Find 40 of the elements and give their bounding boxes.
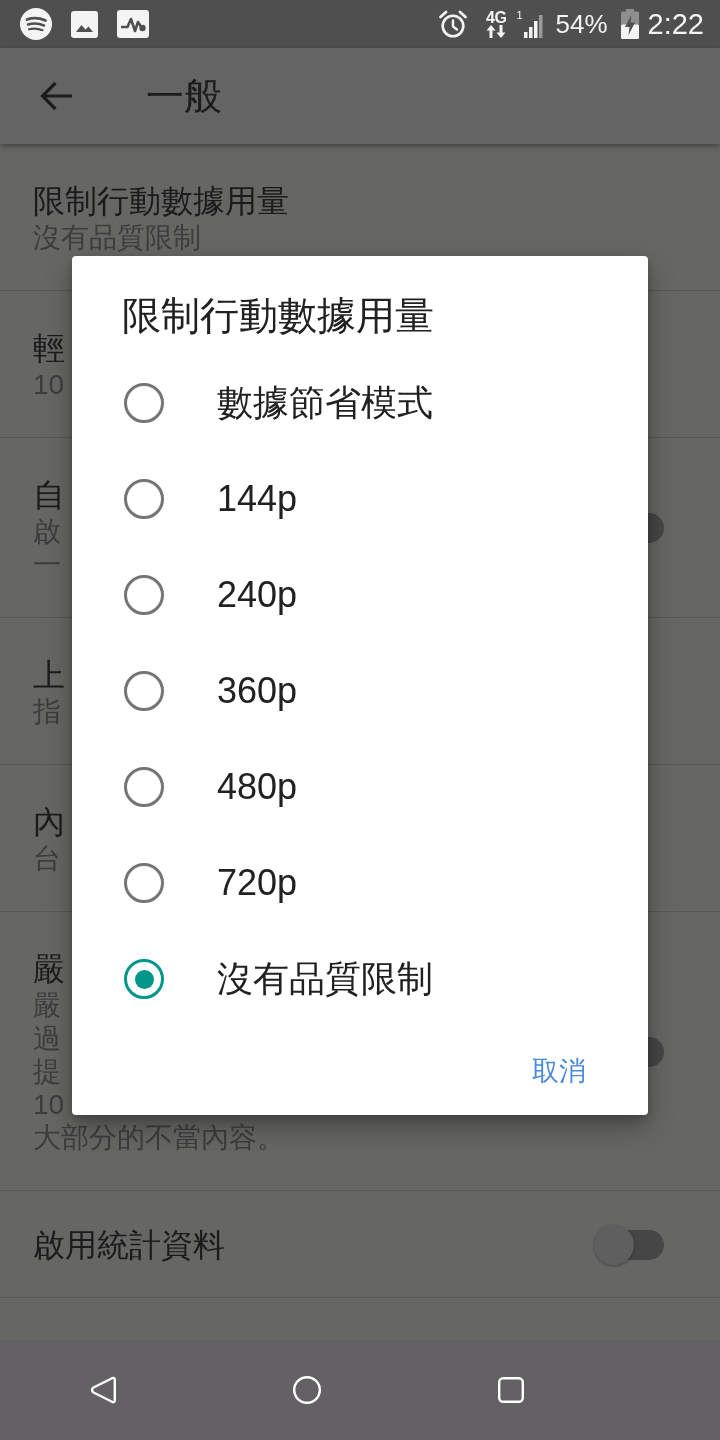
option-label[interactable]: 480p xyxy=(217,765,298,809)
radio-button[interactable] xyxy=(124,767,164,807)
radio-button[interactable] xyxy=(124,863,164,903)
sim-label: 1 xyxy=(516,10,523,21)
battery-percent: 54% xyxy=(555,9,608,39)
option-label[interactable]: 240p xyxy=(217,573,298,617)
radio-button[interactable] xyxy=(124,959,164,999)
setting-title: 輕 xyxy=(33,329,65,368)
setting-title: 啟用統計資料 xyxy=(33,1226,225,1265)
option-label[interactable]: 數據節省模式 xyxy=(217,381,433,425)
option-label[interactable]: 360p xyxy=(217,669,298,713)
radio-button[interactable] xyxy=(124,479,164,519)
dialog-title: 限制行動數據用量 xyxy=(122,296,435,336)
setting-title: 限制行動數據用量 xyxy=(33,182,289,221)
toggle-switch[interactable] xyxy=(594,1225,666,1265)
radio-button[interactable] xyxy=(124,575,164,615)
pulse-icon xyxy=(117,10,149,38)
setting-title: 上 xyxy=(33,656,65,695)
nav-back-icon[interactable] xyxy=(90,1376,116,1404)
radio-button[interactable] xyxy=(124,671,164,711)
radio-button[interactable] xyxy=(124,383,164,423)
setting-title: 內 xyxy=(33,803,65,842)
screen-title: 一般 xyxy=(146,74,222,118)
option-label[interactable]: 720p xyxy=(217,861,298,905)
network-type-label: 4G xyxy=(486,10,507,25)
battery-charging-icon xyxy=(620,9,639,39)
clock-time: 2:22 xyxy=(647,8,704,40)
recents-icon[interactable] xyxy=(498,1377,524,1403)
setting-title: 嚴 xyxy=(33,950,65,989)
option-label[interactable]: 144p xyxy=(217,477,298,521)
image-icon xyxy=(71,10,98,38)
back-icon[interactable] xyxy=(40,81,72,111)
setting-title: 自 xyxy=(33,476,65,515)
circle-arcs-icon xyxy=(20,8,52,40)
alarm-clock-icon xyxy=(438,9,469,39)
cancel-button[interactable]: 取消 xyxy=(524,1047,594,1095)
home-icon[interactable] xyxy=(293,1376,321,1404)
data-arrows-icon xyxy=(486,25,507,38)
signal-icon xyxy=(523,12,544,38)
option-label[interactable]: 沒有品質限制 xyxy=(217,957,433,1001)
